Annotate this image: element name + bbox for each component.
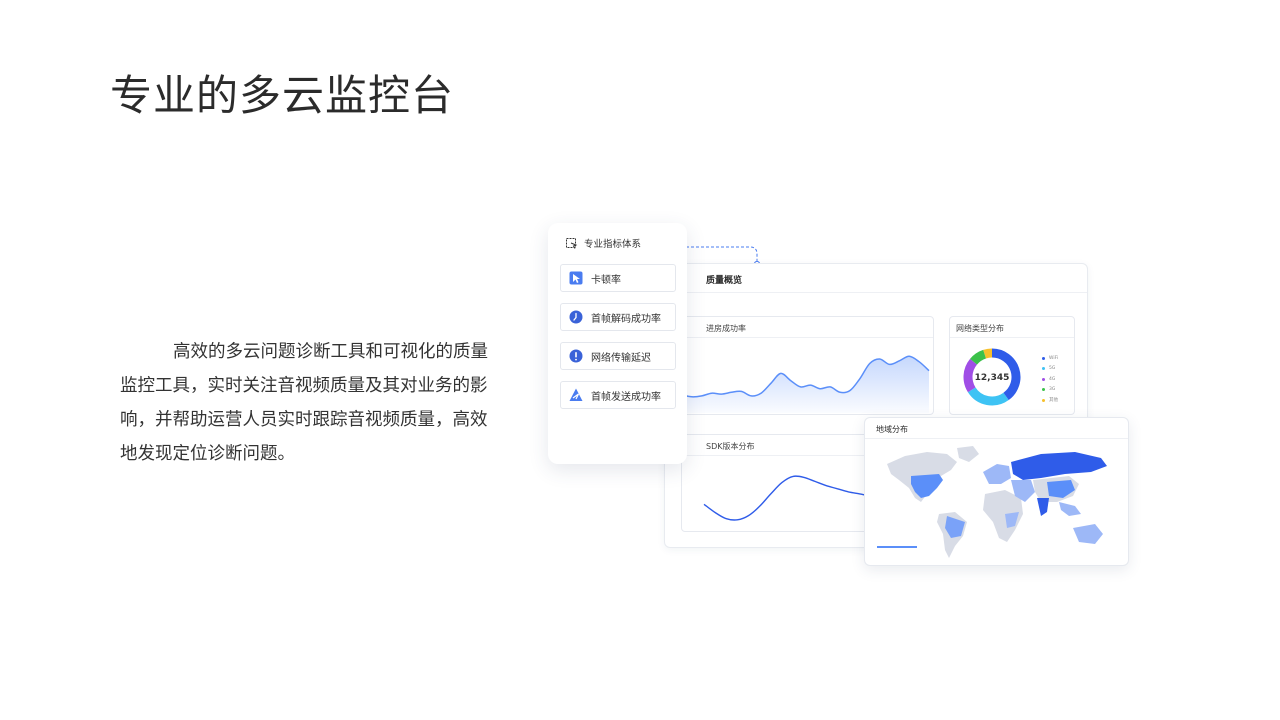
world-map <box>877 446 1107 558</box>
network-legend: WiFi 5G 4G 3G 其他 <box>1042 353 1058 406</box>
metric-item-stutter-rate[interactable]: 卡顿率 <box>560 264 676 292</box>
donut-total: 12,345 <box>975 373 1010 383</box>
metric-label: 首帧发送成功率 <box>591 391 661 403</box>
legend-dot <box>1042 356 1045 360</box>
legend-label: 3G <box>1049 387 1056 393</box>
send-icon <box>569 388 583 401</box>
metrics-title: 专业指标体系 <box>584 239 642 250</box>
legend-dot <box>1042 367 1045 371</box>
metric-item-first-frame-decode[interactable]: 首帧解码成功率 <box>560 303 676 331</box>
donut-slice-3g <box>970 349 987 365</box>
sdk-series-line <box>703 475 880 521</box>
metrics-card: 专业指标体系 卡顿率 首帧解码成功率 网络传输延迟 首帧发送成功率 <box>548 223 687 464</box>
join-success-area-chart <box>682 355 930 413</box>
sdk-version-panel: SDK版本分布 <box>681 434 881 532</box>
legend-dot <box>1042 388 1045 392</box>
divider <box>665 292 1087 293</box>
network-type-panel: 网络类型分布 12,345 WiFi 5G 4G 3G 其他 <box>949 316 1075 415</box>
alert-icon <box>569 349 583 363</box>
legend-label: 5G <box>1049 366 1056 372</box>
video-stutter-icon <box>569 271 583 285</box>
donut-slice-4g <box>963 358 978 393</box>
sdk-line-chart <box>703 475 880 521</box>
map-legend-bar <box>877 546 917 548</box>
metrics-system-icon <box>566 237 578 249</box>
metrics-header: 专业指标体系 <box>565 236 641 250</box>
legend-item-wifi: WiFi <box>1042 353 1058 364</box>
slide-description: 高效的多云问题诊断工具和可视化的质量监控工具，实时关注音视频质量及其对业务的影响… <box>120 342 488 464</box>
map-region-europe <box>983 464 1011 484</box>
dashboard-title: 质量概览 <box>706 276 743 286</box>
map-region-southeast-asia <box>1059 502 1081 516</box>
legend-item-other: 其他 <box>1042 395 1058 406</box>
region-map-card: 地域分布 <box>864 417 1129 566</box>
legend-label: 其他 <box>1049 398 1058 404</box>
join-success-panel: 进房成功率 <box>681 316 934 415</box>
donut-slice-5g <box>967 387 1009 406</box>
legend-item-4g: 4G <box>1042 374 1058 385</box>
legend-label: WiFi <box>1049 355 1059 361</box>
map-region-australia <box>1073 524 1103 544</box>
legend-dot <box>1042 398 1045 402</box>
legend-item-3g: 3G <box>1042 385 1058 396</box>
legend-dot <box>1042 377 1045 381</box>
map-region-greenland <box>957 446 979 462</box>
metric-label: 卡顿率 <box>591 274 621 286</box>
metric-item-network-latency[interactable]: 网络传输延迟 <box>560 342 676 370</box>
metric-item-first-frame-send[interactable]: 首帧发送成功率 <box>560 381 676 409</box>
metric-label: 网络传输延迟 <box>591 352 651 364</box>
legend-item-5g: 5G <box>1042 364 1058 375</box>
metric-label: 首帧解码成功率 <box>591 313 661 325</box>
map-region-india <box>1037 498 1049 516</box>
slide-title: 专业的多云监控台 <box>110 71 455 120</box>
legend-label: 4G <box>1049 376 1056 382</box>
map-region-russia <box>1011 452 1107 480</box>
donut-slice-其他 <box>983 348 993 359</box>
timer-icon <box>569 310 583 324</box>
